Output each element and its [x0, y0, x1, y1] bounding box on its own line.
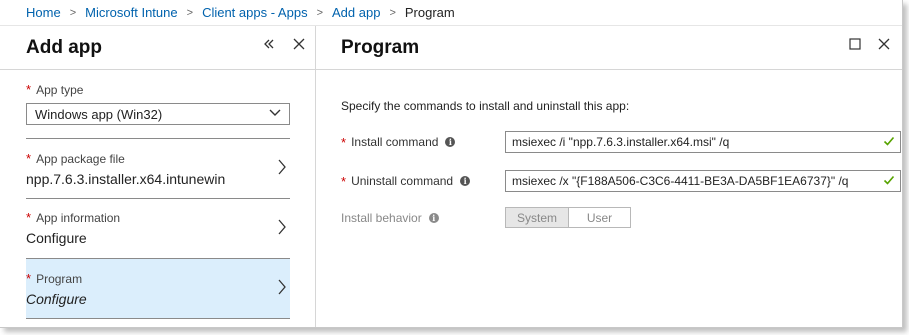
breadcrumb-client-apps[interactable]: Client apps - Apps	[202, 5, 308, 20]
breadcrumb-current: Program	[404, 5, 455, 20]
install-command-label-text: Install command	[351, 135, 439, 149]
breadcrumb-separator: >	[316, 6, 324, 19]
nav-item-label: App package file	[36, 152, 125, 166]
chevron-right-icon	[277, 159, 287, 180]
blade-title: Program	[341, 36, 420, 58]
uninstall-command-label: * Uninstall command i	[341, 173, 471, 189]
close-icon[interactable]	[288, 33, 310, 55]
program-blade: Program Specify the commands to install …	[316, 26, 902, 327]
install-behavior-label: Install behavior i	[341, 211, 439, 225]
breadcrumb: Home > Microsoft Intune > Client apps - …	[0, 0, 902, 26]
nav-item-value: npp.7.6.3.installer.x64.intunewin	[26, 171, 226, 187]
app-type-label: App type	[36, 83, 84, 97]
info-icon[interactable]: i	[428, 212, 439, 223]
install-behavior-label-text: Install behavior	[341, 210, 422, 225]
app-type-field: * App type Windows app (Win32)	[26, 81, 290, 125]
checkmark-icon	[883, 174, 895, 189]
breadcrumb-add-app[interactable]: Add app	[332, 5, 380, 20]
install-command-label: * Install command i	[341, 134, 456, 150]
install-command-row: * Install command i msiexec /i "npp.7.6.…	[341, 131, 902, 153]
info-icon[interactable]: i	[460, 176, 471, 186]
instructions-text: Specify the commands to install and unin…	[341, 99, 630, 113]
install-behavior-toggle: System User	[505, 207, 631, 228]
add-app-header: Add app	[0, 26, 315, 70]
breadcrumb-separator: >	[389, 6, 396, 19]
program-header: Program	[316, 26, 902, 70]
nav-item-app-package-file[interactable]: * App package file npp.7.6.3.installer.x6…	[26, 139, 290, 199]
option-system[interactable]: System	[505, 207, 569, 228]
window-frame: Home > Microsoft Intune > Client apps - …	[0, 0, 903, 328]
uninstall-command-input[interactable]: msiexec /x "{F188A506-C3C6-4411-BE3A-DA5…	[505, 170, 901, 192]
required-asterisk: *	[341, 173, 347, 189]
install-command-input[interactable]: msiexec /i "npp.7.6.3.installer.x64.msi"…	[505, 131, 901, 153]
nav-item-value: Configure	[26, 230, 87, 246]
required-asterisk: *	[26, 210, 32, 225]
add-app-blade: Add app * App type Windows app (Win32) * A…	[0, 26, 316, 327]
required-asterisk: *	[26, 271, 32, 286]
nav-item-label: Program	[36, 272, 83, 286]
blade-title: Add app	[26, 36, 102, 58]
app-type-dropdown[interactable]: Windows app (Win32)	[26, 103, 290, 125]
uninstall-command-row: * Uninstall command i msiexec /x "{F188A…	[341, 170, 902, 192]
chevron-right-icon	[277, 219, 287, 240]
close-icon[interactable]	[873, 33, 895, 55]
breadcrumb-home[interactable]: Home	[26, 5, 61, 20]
required-asterisk: *	[341, 134, 347, 150]
nav-item-label: App information	[36, 211, 121, 225]
uninstall-command-label-text: Uninstall command	[351, 174, 454, 188]
nav-item-program[interactable]: * Program Configure	[26, 259, 290, 319]
breadcrumb-separator: >	[69, 6, 77, 19]
info-icon[interactable]: i	[445, 137, 456, 147]
checkmark-icon	[883, 135, 895, 150]
required-asterisk: *	[26, 82, 32, 97]
breadcrumb-intune[interactable]: Microsoft Intune	[85, 5, 178, 20]
required-asterisk: *	[26, 151, 32, 166]
nav-item-app-information[interactable]: * App information Configure	[26, 199, 290, 259]
maximize-icon[interactable]	[844, 33, 866, 55]
uninstall-command-value: msiexec /x "{F188A506-C3C6-4411-BE3A-DA5…	[512, 174, 849, 188]
app-type-value: Windows app (Win32)	[35, 106, 163, 122]
install-behavior-row: Install behavior i System User	[341, 207, 902, 228]
option-user[interactable]: User	[569, 207, 631, 228]
breadcrumb-separator: >	[186, 6, 194, 19]
chevron-right-icon	[277, 279, 287, 300]
nav-item-value: Configure	[26, 291, 87, 307]
install-command-value: msiexec /i "npp.7.6.3.installer.x64.msi"…	[512, 135, 730, 149]
collapse-icon[interactable]	[258, 33, 280, 55]
chevron-down-icon	[269, 106, 281, 121]
